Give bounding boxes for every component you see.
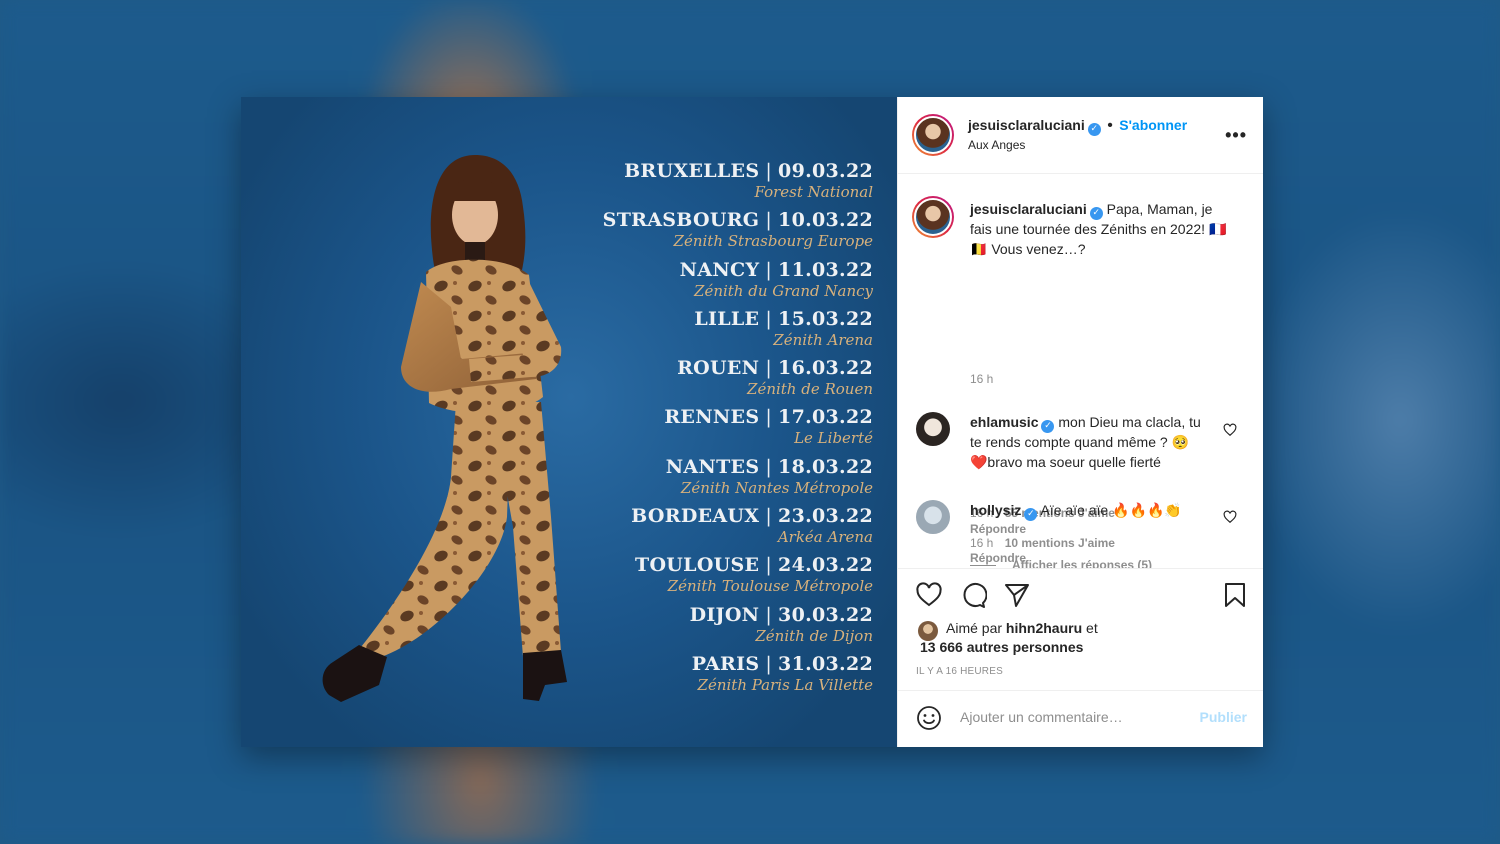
tour-city: BORDEAUX xyxy=(631,505,760,528)
separator-dot: • xyxy=(1107,117,1113,134)
tour-stop: STRASBOURG | 10.03.22 Zénith Strasbourg Eu… xyxy=(573,208,873,257)
post-side-panel: jesuisclaraluciani ✓ • S'abonner Aux Ange… xyxy=(897,97,1263,747)
tour-venue: Zénith Nantes Métropole xyxy=(680,478,873,497)
likes-others[interactable]: 13 666 autres personnes xyxy=(920,639,1083,655)
tour-city: NANTES xyxy=(665,455,760,478)
tour-venue: Zénith de Dijon xyxy=(755,626,873,645)
likes-connector: et xyxy=(1086,620,1098,636)
comment-like-icon[interactable] xyxy=(1223,510,1237,524)
tour-venue: Zénith Toulouse Métropole xyxy=(667,577,873,596)
tour-city: TOULOUSE xyxy=(635,554,760,577)
tour-city: RENNES xyxy=(664,406,760,429)
comment-username[interactable]: ehlamusic xyxy=(970,414,1038,430)
post-header: jesuisclaraluciani ✓ • S'abonner Aux Ange… xyxy=(898,97,1263,174)
tour-venue: Le Liberté xyxy=(794,429,873,448)
caption-time[interactable]: 16 h xyxy=(970,372,993,386)
tour-city: STRASBOURG xyxy=(602,209,760,232)
tour-venue: Zénith Paris La Villette xyxy=(697,675,873,694)
tour-stop: BORDEAUX | 23.03.22 Arkéa Arena xyxy=(573,504,873,553)
tour-date: 15.03.22 xyxy=(778,307,873,330)
tour-city: PARIS xyxy=(691,652,760,675)
share-icon[interactable] xyxy=(1003,581,1031,609)
verified-icon: ✓ xyxy=(1089,207,1103,220)
post-actions: Aimé par hihn2hauru et 13 666 autres per… xyxy=(898,568,1263,690)
comments-list-continued[interactable]: hollysiz ✓ Aïe aïe aïe 🔥🔥🔥👏 16 h 10 menti… xyxy=(898,497,1263,567)
likes-summary: Aimé par hihn2hauru et xyxy=(946,619,1098,639)
tour-venue: Forest National xyxy=(754,183,873,201)
author-username[interactable]: jesuisclaraluciani xyxy=(968,117,1085,133)
tour-city: ROUEN xyxy=(677,357,760,380)
follow-button[interactable]: S'abonner xyxy=(1119,117,1187,133)
verified-icon: ✓ xyxy=(1024,508,1038,521)
comment: hollysiz ✓ Aïe aïe aïe 🔥🔥🔥👏 xyxy=(970,501,1206,521)
tour-stop: NANTES | 18.03.22 Zénith Nantes Métropole xyxy=(573,455,873,504)
tour-date: 23.03.22 xyxy=(778,505,873,528)
tour-stop: RENNES | 17.03.22 Le Liberté xyxy=(573,405,873,454)
instagram-post: BRUXELLES | 09.03.22 Forest National STRAS… xyxy=(241,97,1263,747)
tour-date: 11.03.22 xyxy=(778,258,873,281)
caption: jesuisclaraluciani ✓ Papa, Maman, je fais… xyxy=(970,200,1232,259)
author-avatar[interactable] xyxy=(912,114,954,156)
comment-likes[interactable]: 10 mentions J'aime xyxy=(1005,536,1115,550)
tour-date: 16.03.22 xyxy=(778,357,873,380)
tour-stop: DIJON | 30.03.22 Zénith de Dijon xyxy=(573,603,873,652)
tour-venue: Zénith de Rouen xyxy=(747,380,873,399)
tour-venue: Zénith du Grand Nancy xyxy=(694,281,873,300)
post-image[interactable]: BRUXELLES | 09.03.22 Forest National STRAS… xyxy=(241,97,897,747)
tour-venue: Zénith Arena xyxy=(773,330,873,349)
tour-date: 17.03.22 xyxy=(778,406,873,429)
tour-date: 09.03.22 xyxy=(778,160,873,182)
tour-venue: Arkéa Arena xyxy=(777,528,873,547)
likes-prefix: Aimé par xyxy=(946,620,1003,636)
likes-user[interactable]: hihn2hauru xyxy=(1006,620,1082,636)
tour-date: 24.03.22 xyxy=(778,554,873,577)
comment: ehlamusic ✓ mon Dieu ma clacla, tu te ren… xyxy=(970,413,1206,472)
heart-icon[interactable] xyxy=(915,581,943,609)
bookmark-icon[interactable] xyxy=(1221,581,1249,609)
post-location[interactable]: Aux Anges xyxy=(968,138,1025,152)
more-icon[interactable]: ••• xyxy=(1225,125,1247,146)
tour-city: LILLE xyxy=(694,307,760,330)
add-comment-bar: Ajouter un commentaire… Publier xyxy=(898,690,1263,747)
caption-avatar[interactable] xyxy=(912,196,954,238)
comment-input[interactable]: Ajouter un commentaire… xyxy=(960,709,1123,725)
comment-time[interactable]: 16 h xyxy=(970,536,993,550)
tour-date: 10.03.22 xyxy=(778,209,873,232)
tour-city: NANCY xyxy=(679,258,760,281)
comment-username[interactable]: hollysiz xyxy=(970,502,1021,518)
tour-date: 18.03.22 xyxy=(778,455,873,478)
tour-stop: LILLE | 15.03.22 Zénith Arena xyxy=(573,307,873,356)
likes-count[interactable]: 13 666 autres personnes xyxy=(920,638,1083,658)
verified-icon: ✓ xyxy=(1041,420,1055,433)
publish-button[interactable]: Publier xyxy=(1200,709,1247,725)
comment-icon[interactable] xyxy=(959,581,987,609)
tour-dates-list: BRUXELLES | 09.03.22 Forest National STRAS… xyxy=(573,159,873,701)
caption-username[interactable]: jesuisclaraluciani xyxy=(970,201,1087,217)
tour-venue: Zénith Strasbourg Europe xyxy=(673,232,873,251)
emoji-icon[interactable] xyxy=(916,705,942,731)
commenter-avatar[interactable] xyxy=(916,412,950,446)
tour-stop: PARIS | 31.03.22 Zénith Paris La Villette xyxy=(573,652,873,701)
tour-city: BRUXELLES xyxy=(624,160,760,182)
tour-stop: TOULOUSE | 24.03.22 Zénith Toulouse Métrop… xyxy=(573,553,873,602)
comment-meta: 16 h 10 mentions J'aime xyxy=(970,536,1115,550)
tour-date: 30.03.22 xyxy=(778,603,873,626)
comment-text: Aïe aïe aïe 🔥🔥🔥👏 xyxy=(1040,502,1182,518)
comment-like-icon[interactable] xyxy=(1223,423,1237,437)
tour-stop: ROUEN | 16.03.22 Zénith de Rouen xyxy=(573,356,873,405)
reply-button[interactable]: Répondre xyxy=(970,551,1026,565)
post-timestamp[interactable]: IL Y A 16 HEURES xyxy=(916,666,1003,677)
tour-date: 31.03.22 xyxy=(778,652,873,675)
commenter-avatar[interactable] xyxy=(916,500,950,534)
tour-stop: NANCY | 11.03.22 Zénith du Grand Nancy xyxy=(573,258,873,307)
tour-city: DIJON xyxy=(689,603,760,626)
tour-stop: BRUXELLES | 09.03.22 Forest National xyxy=(573,159,873,208)
verified-icon: ✓ xyxy=(1087,123,1101,136)
